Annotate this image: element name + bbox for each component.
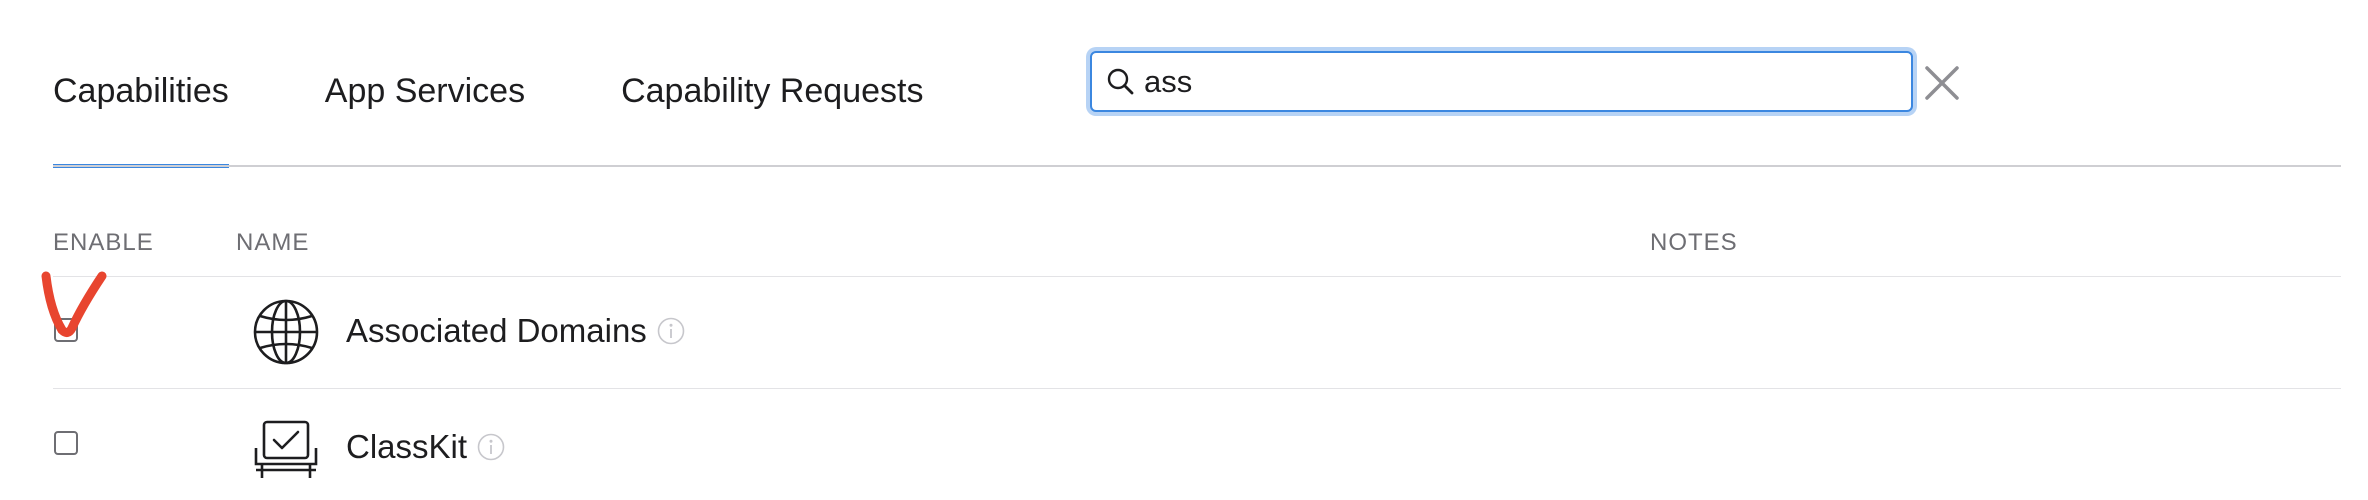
tab-app-services[interactable]: App Services: [325, 66, 525, 166]
info-icon[interactable]: [657, 317, 685, 345]
capability-name-associated-domains: Associated Domains: [346, 312, 685, 350]
search-icon: [1107, 68, 1134, 94]
classkit-icon: [254, 420, 318, 478]
tabs-divider: [53, 165, 2341, 167]
column-header-name: NAME: [236, 229, 310, 256]
clear-search-icon[interactable]: [1923, 64, 1961, 102]
header-divider: [53, 276, 2341, 277]
enable-checkbox-classkit[interactable]: [54, 431, 78, 455]
capability-label: Associated Domains: [346, 312, 647, 349]
column-header-notes: NOTES: [1650, 229, 1738, 256]
tab-capability-requests[interactable]: Capability Requests: [621, 66, 923, 166]
capabilities-tabs: Capabilities App Services Capability Req…: [53, 66, 923, 168]
capability-name-classkit: ClassKit: [346, 428, 505, 466]
column-header-enable: ENABLE: [53, 229, 154, 256]
globe-icon: [253, 299, 319, 365]
search-field[interactable]: [1090, 51, 1913, 112]
search-input[interactable]: [1138, 63, 1884, 100]
tab-capabilities[interactable]: Capabilities: [53, 66, 229, 168]
enable-checkbox-associated-domains[interactable]: [54, 318, 78, 342]
row-divider: [53, 388, 2341, 389]
capability-label: ClassKit: [346, 428, 468, 465]
info-icon[interactable]: [477, 433, 505, 461]
